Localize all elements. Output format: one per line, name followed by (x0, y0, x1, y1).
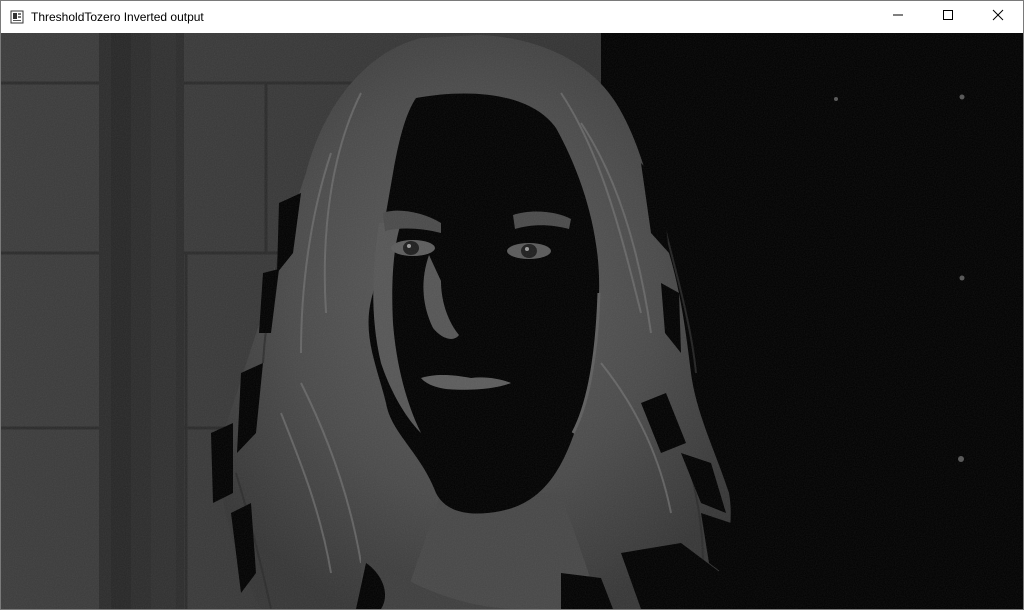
app-window-icon (9, 9, 25, 25)
maximize-icon (942, 8, 954, 26)
app-window: ThresholdTozero Inverted output (0, 0, 1024, 610)
maximize-button[interactable] (923, 1, 973, 33)
close-icon (992, 8, 1004, 26)
window-title: ThresholdTozero Inverted output (31, 10, 204, 24)
close-button[interactable] (973, 1, 1023, 33)
title-bar[interactable]: ThresholdTozero Inverted output (1, 1, 1023, 33)
thresholded-portrait-image (1, 33, 1023, 609)
minimize-button[interactable] (873, 1, 923, 33)
image-display-area (1, 33, 1023, 609)
minimize-icon (892, 8, 904, 26)
